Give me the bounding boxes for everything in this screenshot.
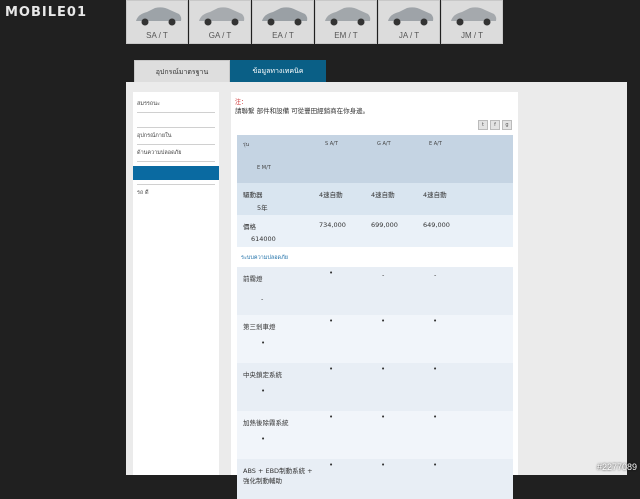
row-label: 加熱後除霧系統 (243, 419, 289, 427)
row-label: ABS + EBD制動系統 + 強化制動輔助 (243, 467, 313, 485)
sidebar-divider (137, 127, 215, 128)
header-s-at: S A/T (325, 141, 338, 147)
car-tab-ea[interactable]: EA / T (252, 0, 314, 44)
car-icon (262, 7, 308, 26)
sidebar-divider (137, 161, 215, 162)
sidebar-item-other[interactable]: รถ ดี (133, 189, 219, 197)
row-value: • (329, 317, 334, 325)
row-value: 734,000 (319, 221, 346, 229)
row-value: - (261, 295, 264, 303)
twitter-icon[interactable]: t (478, 120, 488, 130)
sidebar-item-selected[interactable] (133, 166, 219, 180)
row-value: • (433, 317, 438, 325)
sidebar-divider (137, 144, 215, 145)
sidebar-item-safety[interactable]: ด้านความปลอดภัย (133, 149, 219, 157)
row-value: • (261, 435, 266, 443)
car-icon (199, 7, 245, 26)
row-value: • (381, 413, 386, 421)
car-tab-ga[interactable]: GA / T (189, 0, 251, 44)
tab-standard-equipment[interactable]: อุปกรณ์มาตรฐาน (134, 60, 230, 82)
car-tab-em[interactable]: EM / T (315, 0, 377, 44)
car-model-tabs: SA / T GA / T EA / T EM / T JA / T JM / … (126, 0, 504, 44)
share-icons: t f g (478, 120, 512, 130)
row-label: 中央鎖定系統 (243, 371, 282, 379)
header-g-at: G A/T (377, 141, 391, 147)
site-logo[interactable]: MOBILE01 (5, 5, 87, 20)
car-icon (325, 7, 371, 26)
car-icon (136, 7, 182, 26)
watermark: #2277089 (596, 462, 637, 472)
table-row: ABS + EBD制動系統 + 強化制動輔助 • • • (237, 459, 513, 499)
sidebar: สมรรถนะ อุปกรณ์ภายใน ด้านความปลอดภัย รถ … (133, 92, 219, 475)
row-value: 649,000 (423, 221, 450, 229)
car-tab-label: EM / T (334, 31, 358, 40)
table-row: 中央鎖定系統 • • • • (237, 363, 513, 411)
car-tab-ja[interactable]: JA / T (378, 0, 440, 44)
row-value: • (261, 339, 266, 347)
sidebar-item-interior[interactable]: อุปกรณ์ภายใน (133, 132, 219, 140)
header-model: รุ่น (243, 142, 250, 148)
table-header-row: รุ่น S A/T G A/T E A/T E M/T (237, 135, 513, 183)
spec-table: รุ่น S A/T G A/T E A/T E M/T 驅動器 4速自動 4速… (237, 135, 513, 499)
row-value: • (433, 461, 438, 469)
car-tab-sa[interactable]: SA / T (126, 0, 188, 44)
google-plus-icon[interactable]: g (502, 120, 512, 130)
header-e-at: E A/T (429, 141, 442, 147)
row-value: • (329, 413, 334, 421)
header-e-mt: E M/T (257, 165, 271, 171)
facebook-icon[interactable]: f (490, 120, 500, 130)
row-label: 驅動器 (243, 191, 263, 199)
row-value: 614000 (251, 235, 276, 243)
row-value: • (381, 461, 386, 469)
row-value: • (329, 461, 334, 469)
content-tabs: อุปกรณ์มาตรฐาน ข้อมูลทางเทคนิค (134, 60, 326, 82)
row-value: 4速自動 (319, 191, 343, 199)
row-value: • (329, 365, 334, 373)
row-value: • (433, 365, 438, 373)
row-label: 前霧燈 (243, 275, 263, 283)
row-value: 5年 (257, 204, 268, 212)
car-icon (451, 7, 497, 26)
section-header-safety: ระบบความปลอดภัย (237, 247, 513, 267)
note-text: 請聯繫 部件和設備 可從豐田經銷商在你身邊。 (235, 107, 370, 115)
row-value: - (434, 271, 437, 279)
table-row: 驅動器 4速自動 4速自動 4速自動 5年 (237, 183, 513, 215)
row-label: 第三剎車燈 (243, 323, 276, 331)
row-value: 4速自動 (371, 191, 395, 199)
tab-technical-specs[interactable]: ข้อมูลทางเทคนิค (230, 60, 326, 82)
row-value: • (433, 413, 438, 421)
top-bar: MOBILE01 SA / T GA / T EA / T EM / T JA … (0, 0, 640, 44)
row-value: - (382, 271, 385, 279)
table-row: 前霧燈 • - - - (237, 267, 513, 315)
row-value: • (381, 365, 386, 373)
sidebar-item-performance[interactable]: สมรรถนะ (133, 100, 219, 108)
table-row: 加熱後除霧系統 • • • • (237, 411, 513, 459)
row-value: 4速自動 (423, 191, 447, 199)
car-tab-jm[interactable]: JM / T (441, 0, 503, 44)
row-value: • (381, 317, 386, 325)
car-icon (388, 7, 434, 26)
sidebar-divider (137, 184, 215, 185)
spec-content: 注： 請聯繫 部件和設備 可從豐田經銷商在你身邊。 t f g รุ่น S A… (231, 92, 518, 499)
section-title: ระบบความปลอดภัย (241, 255, 288, 261)
car-tab-label: SA / T (146, 31, 168, 40)
sidebar-divider (137, 112, 215, 113)
table-row: 第三剎車燈 • • • • (237, 315, 513, 363)
row-label: 價格 (243, 223, 256, 231)
car-tab-label: JA / T (398, 31, 420, 40)
row-value: • (261, 387, 266, 395)
car-tab-label: GA / T (208, 31, 232, 40)
car-tab-label: JM / T (460, 31, 484, 40)
row-value: 699,000 (371, 221, 398, 229)
table-row: 價格 734,000 699,000 649,000 614000 (237, 215, 513, 247)
logo-text: MOBILE01 (5, 5, 87, 20)
row-value: • (329, 269, 334, 277)
car-tab-label: EA / T (272, 31, 294, 40)
